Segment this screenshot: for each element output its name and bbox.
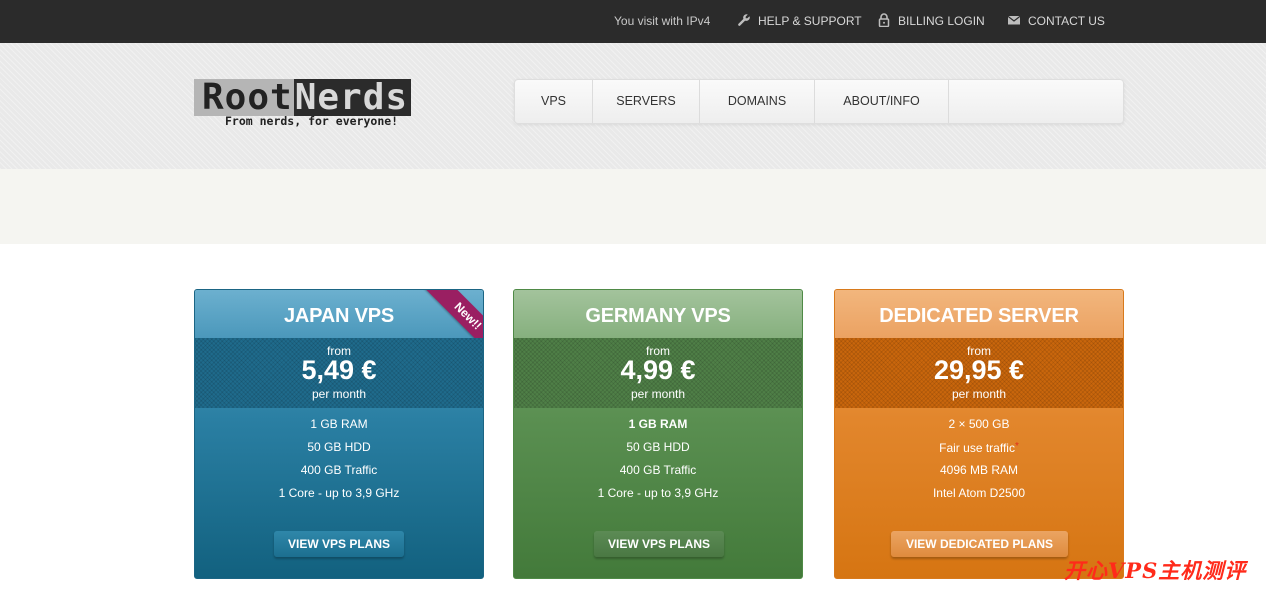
price-period: per month <box>951 387 1007 401</box>
top-bar: You visit with IPv4 HELP & SUPPORT BILLI… <box>0 0 1266 43</box>
plan-price-box: from 4,99 € per month <box>514 338 802 408</box>
wrench-icon <box>738 14 750 26</box>
ip-version-text: You visit with IPv4 <box>614 14 711 28</box>
feature-item: Fair use traffic* <box>835 440 1123 455</box>
nav-item-domains[interactable]: DOMAINS <box>700 80 815 123</box>
price-amount: 29,95 € <box>933 355 1025 385</box>
feature-item: 1 Core - up to 3,9 GHz <box>278 486 400 500</box>
site-logo[interactable]: RootNerds From nerds, for everyone! <box>194 79 436 129</box>
nav-item-servers[interactable]: SERVERS <box>593 80 700 123</box>
view-vps-plans-button[interactable]: VIEW VPS PLANS <box>274 531 404 557</box>
feature-item: 4096 MB RAM <box>939 463 1019 477</box>
site-header: RootNerds From nerds, for everyone! VPS … <box>0 43 1266 169</box>
contact-us-label: CONTACT US <box>1028 14 1105 28</box>
plan-card-dedicated-server: DEDICATED SERVER from 29,95 € per month … <box>834 289 1124 579</box>
view-dedicated-plans-button[interactable]: VIEW DEDICATED PLANS <box>891 531 1068 557</box>
main-nav: VPS SERVERS DOMAINS ABOUT/INFO <box>514 79 1124 124</box>
feature-item: 50 GB HDD <box>307 440 371 454</box>
price-period: per month <box>311 387 367 401</box>
plan-price-box: from 29,95 € per month <box>835 338 1123 408</box>
logo-root-text: Root <box>194 79 294 116</box>
feature-item: Intel Atom D2500 <box>932 486 1026 500</box>
plan-card-germany-vps: GERMANY VPS from 4,99 € per month 1 GB R… <box>513 289 803 579</box>
nav-item-vps[interactable]: VPS <box>515 80 593 123</box>
logo-wordmark: RootNerds <box>194 79 412 116</box>
help-support-label: HELP & SUPPORT <box>758 14 862 28</box>
feature-item: 50 GB HDD <box>626 440 690 454</box>
envelope-icon <box>1007 15 1021 25</box>
feature-item-text: Fair use traffic <box>939 441 1015 455</box>
plan-title: DEDICATED SERVER <box>835 290 1123 338</box>
watermark-text: 开心VPS主机测评 <box>1064 558 1247 583</box>
logo-tagline: From nerds, for everyone! <box>225 114 399 128</box>
price-period: per month <box>630 387 686 401</box>
plan-price-box: from 5,49 € per month <box>195 338 483 408</box>
feature-item: 1 Core - up to 3,9 GHz <box>597 486 719 500</box>
plan-card-japan-vps: JAPAN VPS New!! from 5,49 € per month 1 … <box>194 289 484 579</box>
help-support-link[interactable]: HELP & SUPPORT <box>737 0 862 43</box>
billing-login-label: BILLING LOGIN <box>898 14 985 28</box>
feature-item: 1 GB RAM <box>310 417 368 431</box>
price-amount: 5,49 € <box>301 355 377 385</box>
billing-login-link[interactable]: BILLING LOGIN <box>877 0 985 43</box>
feature-item: 2 × 500 GB <box>948 417 1010 431</box>
feature-item: 400 GB Traffic <box>619 463 697 477</box>
nav-item-about-info[interactable]: ABOUT/INFO <box>815 80 949 123</box>
feature-item: 1 GB RAM <box>628 417 688 431</box>
footnote-asterisk: * <box>1014 441 1019 452</box>
plan-title: GERMANY VPS <box>514 290 802 338</box>
lock-icon <box>878 13 890 27</box>
logo-nerds-text: Nerds <box>293 79 412 116</box>
slider-band <box>0 169 1266 244</box>
price-amount: 4,99 € <box>620 355 696 385</box>
view-vps-plans-button[interactable]: VIEW VPS PLANS <box>594 531 724 557</box>
contact-us-link[interactable]: CONTACT US <box>1007 0 1105 43</box>
feature-item: 400 GB Traffic <box>300 463 378 477</box>
